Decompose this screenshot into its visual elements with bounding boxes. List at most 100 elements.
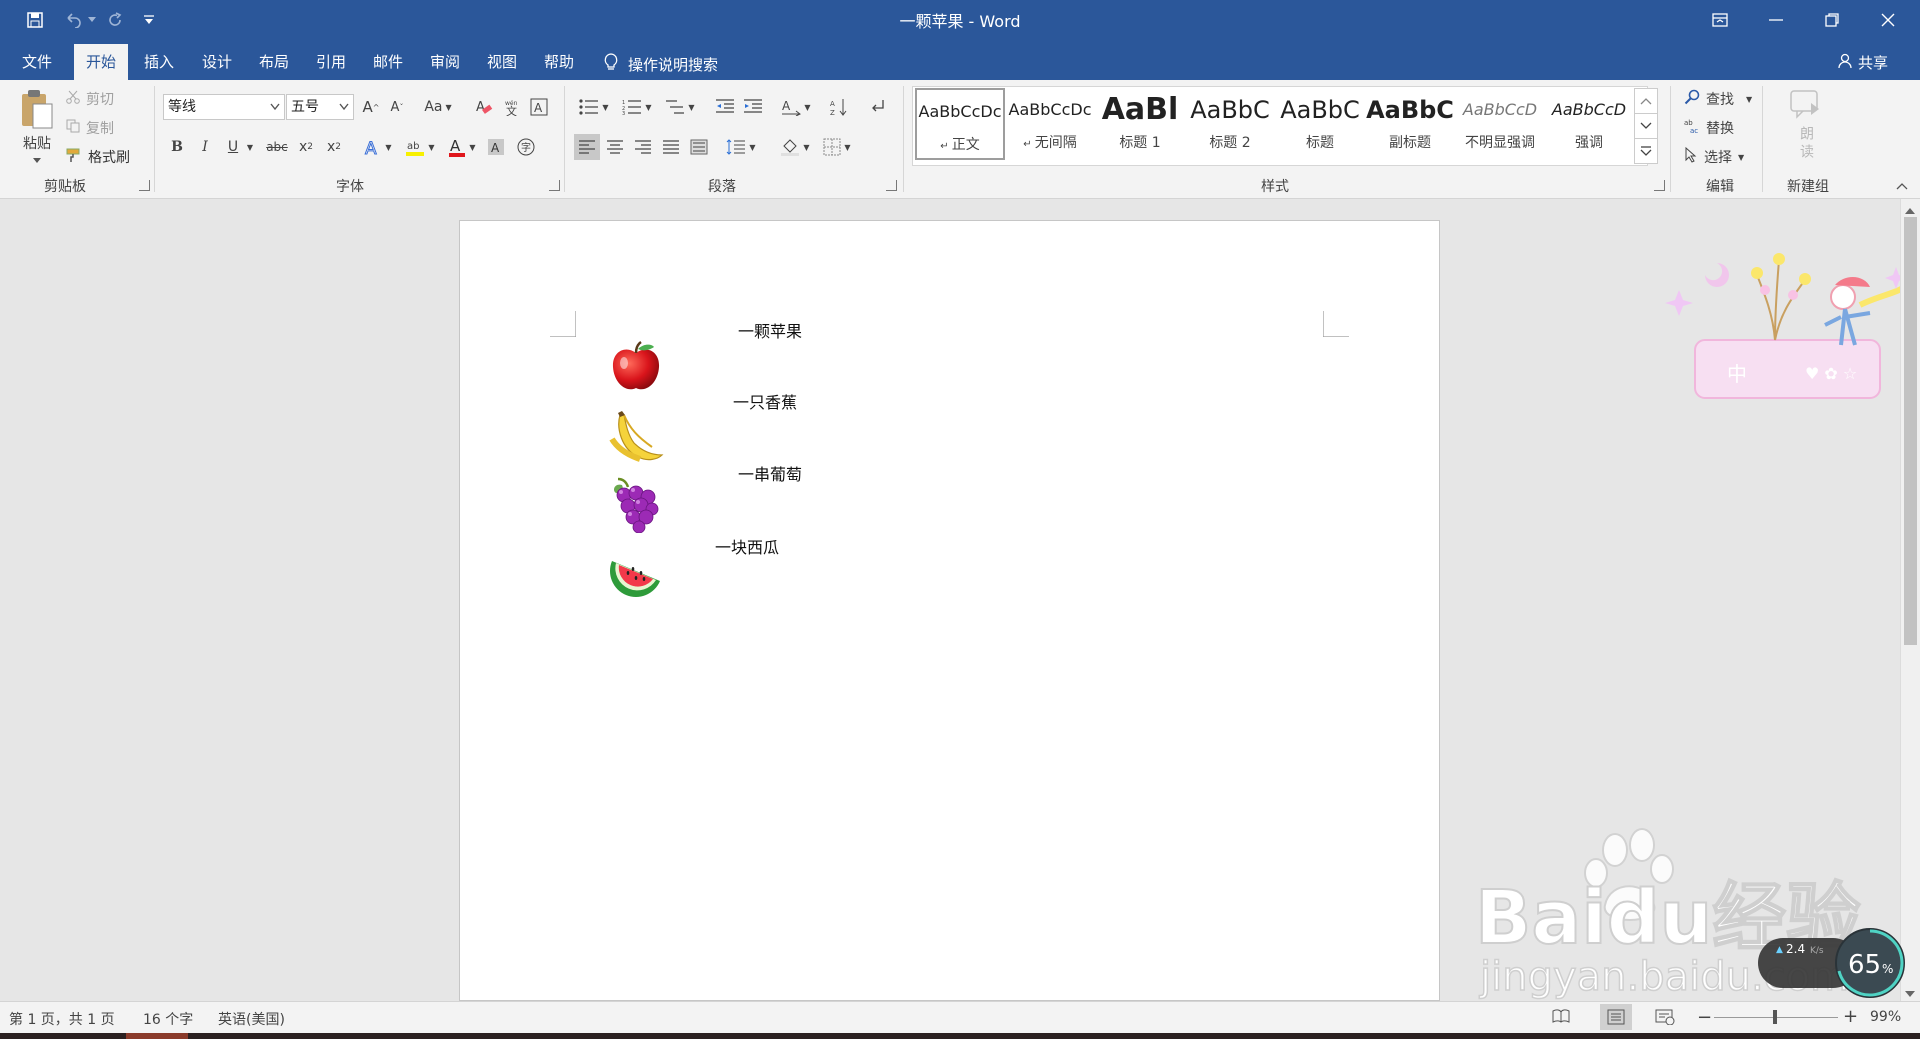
chinese-layout-icon[interactable]: A ▼ [778, 94, 814, 120]
styles-scroll-down-icon[interactable] [1634, 113, 1658, 139]
borders-icon[interactable]: ▼ [818, 134, 856, 160]
font-launcher-icon[interactable] [549, 180, 560, 191]
line-spacing-icon[interactable]: ▼ [722, 134, 760, 160]
tab-review[interactable]: 审阅 [418, 44, 472, 80]
character-shading-icon[interactable]: A [484, 134, 508, 160]
copy-button[interactable]: 复制 [66, 117, 114, 139]
tab-home[interactable]: 开始 [74, 44, 129, 80]
tab-file[interactable]: 文件 [10, 44, 64, 80]
highlight-color-icon[interactable]: ab ▼ [400, 134, 440, 160]
clear-formatting-icon[interactable]: A [472, 94, 496, 120]
style-subtle-emphasis[interactable]: AaBbCcD 不明显强调 [1455, 88, 1545, 160]
bullets-icon[interactable]: ▼ [575, 94, 613, 120]
status-bar: 第 1 页，共 1 页 16 个字 英语(美国) − + 99% [0, 1001, 1920, 1033]
grow-font-icon[interactable]: A ^ [360, 94, 382, 120]
document-line-2[interactable]: 一只香蕉 [733, 389, 797, 413]
tab-design[interactable]: 设计 [190, 44, 244, 80]
shrink-font-icon[interactable]: Aˇ [386, 94, 408, 120]
cut-button[interactable]: 剪切 [66, 88, 114, 110]
sort-icon[interactable]: AZ [826, 94, 852, 120]
shading-icon[interactable]: ▼ [776, 134, 814, 160]
tab-insert[interactable]: 插入 [132, 44, 186, 80]
justify-icon[interactable] [658, 134, 684, 160]
paste-icon[interactable] [14, 86, 60, 132]
scroll-thumb[interactable] [1904, 217, 1917, 645]
align-center-icon[interactable] [602, 134, 628, 160]
select-button[interactable]: 选择 ▼ [1684, 146, 1744, 168]
increase-indent-icon[interactable] [740, 94, 766, 120]
document-line-4[interactable]: 一块西瓜 [715, 534, 779, 558]
tab-references[interactable]: 引用 [304, 44, 358, 80]
restore-icon[interactable] [1804, 0, 1860, 40]
zoom-out-icon[interactable]: − [1697, 1007, 1712, 1028]
page-count[interactable]: 第 1 页，共 1 页 [9, 1009, 115, 1029]
align-right-icon[interactable] [630, 134, 656, 160]
enclose-characters-icon[interactable]: 字 [514, 134, 538, 160]
document-page[interactable]: 一颗苹果 一只香蕉 一串葡萄 一块西瓜 [459, 220, 1440, 1001]
style-normal[interactable]: AaBbCcDc ↵ 正文 [915, 88, 1005, 160]
superscript-icon[interactable]: x2 [322, 134, 346, 160]
tell-me-label: 操作说明搜索 [628, 55, 719, 74]
tell-me-search[interactable]: 操作说明搜索 [604, 53, 718, 75]
style-heading-1[interactable]: AaBl 标题 1 [1095, 88, 1185, 160]
underline-button[interactable]: U [222, 134, 244, 160]
show-formatting-marks-icon[interactable] [864, 94, 890, 120]
font-family-combo[interactable]: 等线 [163, 94, 285, 120]
tab-view[interactable]: 视图 [475, 44, 529, 80]
paste-button[interactable]: 粘贴 [14, 132, 60, 154]
speed-widget[interactable]: ▲ 2.4 K/s 65 % [1758, 928, 1908, 998]
read-aloud-icon[interactable] [1788, 88, 1824, 122]
phonetic-guide-icon[interactable]: wén 文 [500, 94, 524, 120]
document-line-1[interactable]: 一颗苹果 [738, 318, 802, 342]
change-case-button[interactable]: Aa ▼ [420, 94, 456, 120]
style-no-spacing[interactable]: AaBbCcDc ↵ 无间隔 [1005, 88, 1095, 160]
styles-launcher-icon[interactable] [1654, 180, 1665, 191]
clipboard-launcher-icon[interactable] [139, 180, 150, 191]
subscript-icon[interactable]: x2 [294, 134, 318, 160]
style-title[interactable]: AaBbC 标题 [1275, 88, 1365, 160]
strikethrough-button[interactable]: abc [262, 134, 292, 160]
word-count[interactable]: 16 个字 [143, 1009, 193, 1029]
zoom-level[interactable]: 99% [1870, 1009, 1901, 1025]
distributed-icon[interactable] [686, 134, 712, 160]
format-painter-button[interactable]: 格式刷 [66, 146, 130, 168]
font-color-icon[interactable]: A ▼ [444, 134, 480, 160]
web-layout-icon[interactable] [1655, 1009, 1675, 1026]
replace-button[interactable]: ab ac 替换 [1684, 117, 1734, 139]
find-button[interactable]: 查找 ▼ [1684, 88, 1752, 110]
styles-scroll-up-icon[interactable] [1634, 88, 1658, 114]
vertical-scrollbar[interactable] [1900, 199, 1920, 1001]
paste-dropdown-icon[interactable] [30, 154, 44, 166]
style-subtitle[interactable]: AaBbC 副标题 [1365, 88, 1455, 160]
tab-layout[interactable]: 布局 [247, 44, 301, 80]
bold-button[interactable]: B [166, 134, 188, 160]
underline-dropdown-icon[interactable]: ▼ [244, 136, 256, 158]
zoom-slider-thumb[interactable] [1773, 1010, 1777, 1024]
align-left-icon[interactable] [574, 134, 600, 160]
tab-help[interactable]: 帮助 [532, 44, 586, 80]
text-effects-icon[interactable]: A ▼ [360, 134, 396, 160]
character-border-icon[interactable]: A [527, 94, 551, 120]
font-size-combo[interactable]: 五号 [286, 94, 354, 120]
paragraph-launcher-icon[interactable] [886, 180, 897, 191]
minimize-icon[interactable] [1748, 0, 1804, 40]
language-indicator[interactable]: 英语(美国) [218, 1009, 285, 1029]
styles-more-icon[interactable] [1634, 138, 1658, 164]
ribbon-display-options-icon[interactable] [1692, 0, 1748, 40]
numbering-icon[interactable]: 1 2 3 ▼ [618, 94, 656, 120]
collapse-ribbon-icon[interactable] [1894, 180, 1910, 192]
read-mode-icon[interactable] [1552, 1009, 1572, 1025]
multilevel-list-icon[interactable]: ▼ [661, 94, 699, 120]
read-aloud-label[interactable]: 朗读 [1792, 124, 1820, 164]
decrease-indent-icon[interactable] [712, 94, 738, 120]
zoom-in-icon[interactable]: + [1843, 1006, 1858, 1027]
close-icon[interactable] [1860, 0, 1916, 40]
style-heading-2[interactable]: AaBbC 标题 2 [1185, 88, 1275, 160]
italic-button[interactable]: I [194, 134, 216, 160]
scroll-up-icon[interactable] [1904, 203, 1916, 214]
style-emphasis[interactable]: AaBbCcD 强调 [1545, 88, 1633, 160]
document-line-3[interactable]: 一串葡萄 [738, 461, 802, 485]
print-layout-icon[interactable] [1600, 1004, 1632, 1030]
tab-mailings[interactable]: 邮件 [361, 44, 415, 80]
share-button[interactable]: 共享 [1838, 52, 1888, 73]
